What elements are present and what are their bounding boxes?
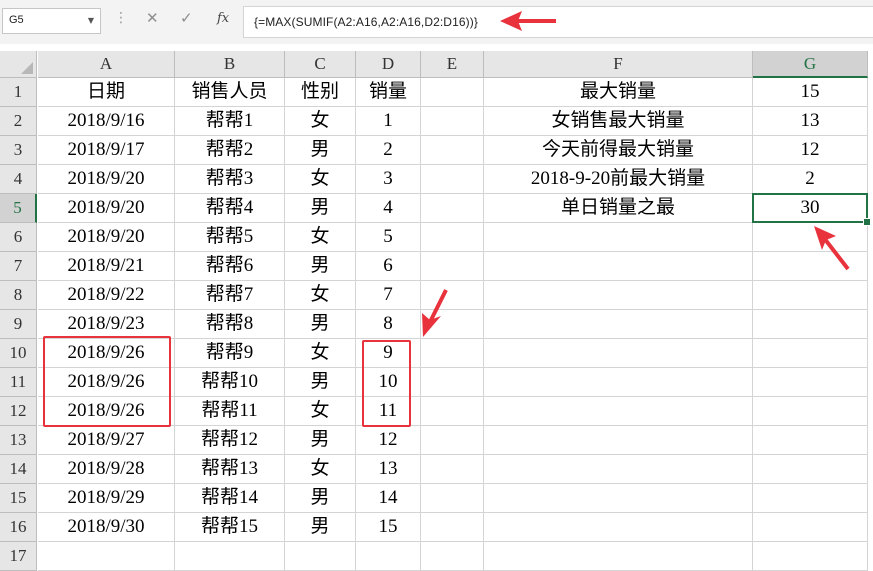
annotation-arrow-values <box>422 289 448 337</box>
annotation-arrow-formula <box>500 11 556 31</box>
annotation-arrows <box>422 11 850 337</box>
annotation-arrow-result <box>814 226 850 271</box>
